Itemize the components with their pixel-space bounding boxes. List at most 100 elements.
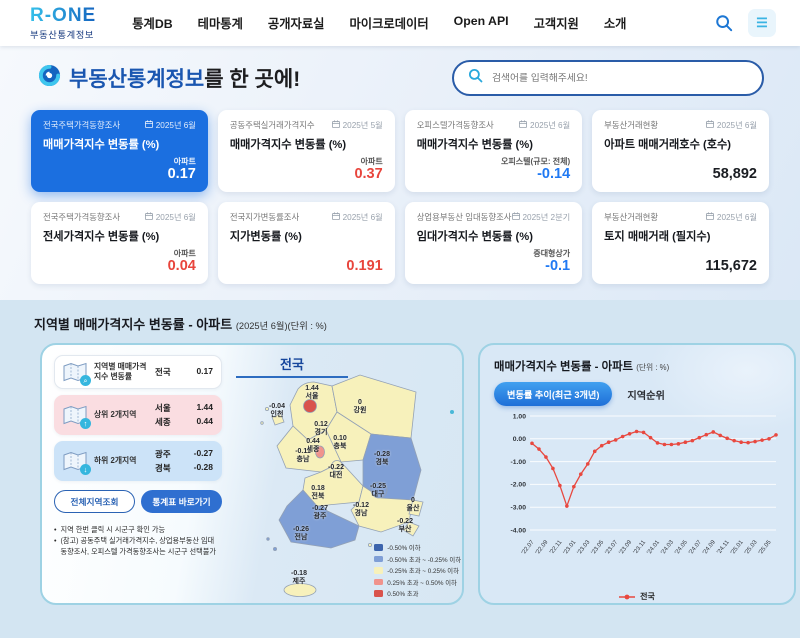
nav-item-1[interactable]: 테마통계 [198,14,243,32]
map-legend: -0.50% 이하-0.50% 초과 ~ -0.25% 이하-0.25% 초과 … [374,543,461,598]
search-input[interactable] [492,73,748,84]
map-label-서울[interactable]: 1.44서울 [305,385,319,401]
map-label-경북[interactable]: -0.28경북 [374,451,390,467]
summary-box-pink[interactable]: ↑상위 2개지역서울1.44세종0.44 [54,395,222,435]
all-regions-button[interactable]: 전체지역조회 [54,490,135,513]
stat-card-5[interactable]: 전국지가변동률조사2025년 6월지가변동률 (%)0.191 [218,202,395,284]
map-region-seoul[interactable] [304,400,317,413]
card-header: 전국주택가격동향조사2025년 6월 [43,119,196,131]
map-label-부산[interactable]: -0.22부산 [397,518,413,534]
card-header: 상업용부동산 임대동향조사2025년 2분기 [417,211,570,223]
nav-item-2[interactable]: 공개자료실 [268,14,325,32]
map-label-value: -0.18 [291,570,307,578]
data-point [691,439,695,443]
map-label-광주[interactable]: -0.27광주 [312,505,328,521]
map-island-east[interactable] [450,410,454,414]
map-label-충북[interactable]: 0.10충북 [333,435,347,451]
map-label-대전[interactable]: -0.22대전 [328,464,344,480]
card-date: 2025년 6월 [145,211,196,223]
summary-box-plain[interactable]: ⌕ 지역별 매매가격지수 변동률 전국0.17 [54,355,222,389]
map-label-대구[interactable]: -0.25대구 [370,483,386,499]
map-legend-row-4: 0.50% 초과 [374,589,461,598]
stat-card-0[interactable]: 전국주택가격동향조사2025년 6월매매가격지수 변동률 (%)아파트0.17 [31,110,208,192]
summary-region: 광주 [155,448,171,460]
legend-swatch [374,544,383,551]
nav-item-3[interactable]: 마이크로데이터 [349,14,428,32]
map-label-전북[interactable]: 0.18전북 [311,485,325,501]
summary-boxes: ⌕ 지역별 매매가격지수 변동률 전국0.17 ↑상위 2개지역서울1.44세종0.4… [54,355,222,481]
stat-card-7[interactable]: 부동산거래현황2025년 6월토지 매매거래 (필지수)115,672 [592,202,769,284]
map-label-전남[interactable]: -0.26전남 [293,526,309,542]
map-label-name: 전북 [311,493,325,501]
card-survey-name: 공동주택실거래가격지수 [230,119,315,131]
nav-item-0[interactable]: 통계DB [132,14,172,32]
summary-box-rows: 전국0.17 [155,366,213,378]
stat-card-3[interactable]: 부동산거래현황2025년 6월아파트 매매거래호수 (호수)58,892 [592,110,769,192]
chart-tab-1[interactable]: 지역순위 [627,387,665,402]
card-value: 0.17 [43,167,196,183]
data-point [558,484,562,488]
nav-item-6[interactable]: 소개 [604,14,627,32]
map-island[interactable] [261,422,264,425]
chart-tab-0[interactable]: 변동률 추이(최근 3개년) [494,382,612,406]
map-label-인천[interactable]: -0.04인천 [269,403,285,419]
nav-item-5[interactable]: 고객지원 [534,14,579,32]
map-label-name: 대구 [370,491,386,499]
map-label-제주[interactable]: -0.18제주 [291,570,307,586]
map-label-울산[interactable]: 0울산 [407,497,420,513]
map-label-name: 전남 [293,534,309,542]
data-point [607,440,611,444]
calendar-icon [512,212,520,222]
hamburger-menu-icon[interactable]: ☰ [748,9,776,37]
map-island[interactable] [273,547,276,550]
top-nav: R-ONE 부동산통계정보 통계DB 테마통계 공개자료실 마이크로데이터 Open A… [0,0,800,46]
card-date-text: 2025년 6월 [343,211,383,223]
calendar-icon [519,120,527,130]
x-tick-label: '24.07 [688,539,703,556]
card-survey-name: 오피스텔가격동향조사 [417,119,494,131]
card-date: 2025년 2분기 [512,211,571,223]
card-value: 0.37 [230,167,383,183]
map-label-충남[interactable]: -0.11충남 [295,448,311,464]
data-point [628,432,632,436]
summary-box-label: 지역별 매매가격지수 변동률 [94,362,148,382]
data-point [530,442,534,446]
summary-box-blue[interactable]: ↓하위 2개지역광주-0.27경북-0.28 [54,441,222,481]
map-up-icon-badge: ↑ [80,418,91,429]
logo[interactable]: R-ONE 부동산통계정보 [30,6,96,41]
nav-item-4[interactable]: Open API [454,14,509,32]
stats-table-button[interactable]: 통계표 바로가기 [141,490,222,513]
summary-region: 경북 [155,462,171,474]
stat-card-1[interactable]: 공동주택실거래가격지수2025년 5월매매가격지수 변동률 (%)아파트0.37 [218,110,395,192]
stat-card-4[interactable]: 전국주택가격동향조사2025년 6월전세가격지수 변동률 (%)아파트0.04 [31,202,208,284]
map-label-name: 부산 [397,526,413,534]
x-tick-label: '22.11 [549,539,564,556]
card-date: 2025년 6월 [706,211,757,223]
map-search-icon: ⌕ [63,362,87,382]
summary-value: -0.27 [194,448,213,460]
search-bar[interactable] [452,60,764,96]
stat-card-6[interactable]: 상업용부동산 임대동향조사2025년 2분기임대가격지수 변동률 (%)중대형상… [405,202,582,284]
map-label-강원[interactable]: 0강원 [354,399,367,415]
x-tick-label: '22.09 [535,539,550,556]
x-tick-label: '23.05 [591,539,606,556]
data-point [711,430,715,434]
map-island[interactable] [368,543,371,546]
card-date-text: 2025년 5월 [343,119,383,131]
data-point [565,504,569,508]
card-metric: 임대가격지수 변동률 (%) [417,228,570,244]
x-tick-label: '24.09 [702,539,717,556]
map-legend-row-1: -0.50% 초과 ~ -0.25% 이하 [374,555,461,564]
y-tick-label: -1.00 [511,459,527,466]
map-label-경기[interactable]: 0.12경기 [314,421,328,437]
summary-value: 0.44 [196,416,213,428]
stat-card-2[interactable]: 오피스텔가격동향조사2025년 6월매매가격지수 변동률 (%)오피스텔(규모:… [405,110,582,192]
search-icon[interactable] [710,9,738,37]
title-rest: 를 한 곳에! [204,68,300,91]
map-island[interactable] [267,538,270,541]
summary-row: 경북-0.28 [155,462,213,474]
map-label-경남[interactable]: -0.12경남 [353,502,369,518]
hero-section: 부동산통계정보를 한 곳에! 전국주택가격동향조사2025년 6월매매가격지수 … [0,46,800,300]
map-label-name: 울산 [407,505,420,513]
card-date-text: 2025년 6월 [717,119,757,131]
